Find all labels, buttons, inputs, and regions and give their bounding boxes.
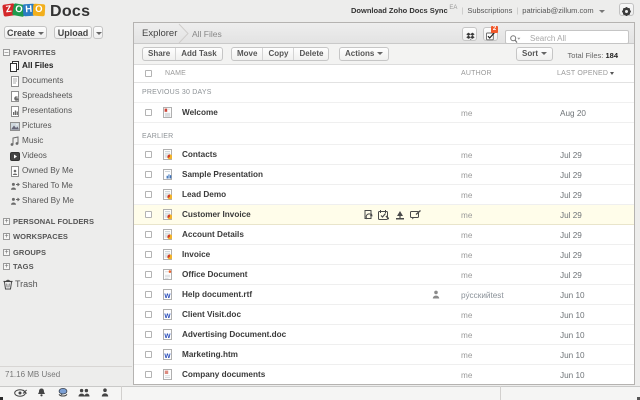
svg-text:W: W	[164, 293, 171, 300]
svg-text:W: W	[164, 353, 171, 360]
svg-text:W: W	[164, 313, 171, 320]
svg-text:W: W	[164, 333, 171, 340]
